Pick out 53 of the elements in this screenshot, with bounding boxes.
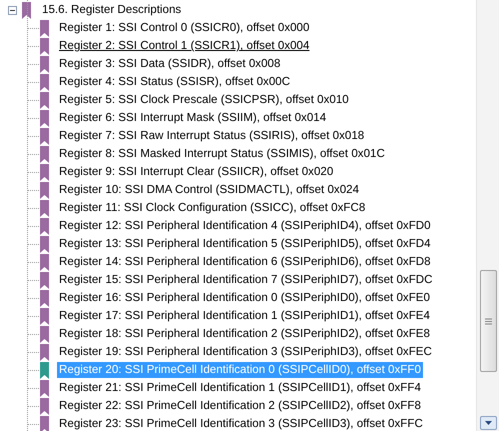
tree-item[interactable]: Register 15: SSI Peripheral Identification 7 (SSIPeriphID7), offset 0xFDC [57,272,435,288]
bookmark-icon [22,2,31,18]
tree-item[interactable]: Register 6: SSI Interrupt Mask (SSIIM), offset 0x014 [57,110,328,126]
tree-item[interactable]: Register 18: SSI Peripheral Identification 2 (SSIPeriphID2), offset 0xFE8 [57,326,432,342]
tree-item[interactable]: 15.6. Register Descriptions [40,2,184,18]
bookmark-icon [40,128,49,144]
tree-item[interactable]: Register 1: SSI Control 0 (SSICR0), offset 0x000 [57,20,312,36]
tree-item[interactable]: Register 3: SSI Data (SSIDR), offset 0x008 [57,56,282,72]
tree-item[interactable]: Register 16: SSI Peripheral Identification 0 (SSIPeriphID0), offset 0xFE0 [57,290,432,306]
tree-item[interactable]: Register 8: SSI Masked Interrupt Status (SSIMIS), offset 0x01C [57,146,387,162]
bookmark-icon [40,146,49,162]
tree-item[interactable]: Register 21: SSI PrimeCell Identification 1 (SSIPCellID1), offset 0xFF4 [57,380,423,396]
tree-item[interactable]: Register 10: SSI DMA Control (SSIDMACTL), offset 0x024 [57,182,362,198]
tree-item[interactable]: Register 14: SSI Peripheral Identification 6 (SSIPeriphID6), offset 0xFD8 [57,254,433,270]
bookmark-icon [40,20,49,36]
bookmark-icon [40,38,49,54]
scroll-down-button[interactable] [480,416,496,430]
bookmark-icon [40,236,49,252]
bookmark-icon [40,416,49,431]
bookmark-icon [40,92,49,108]
bookmark-icon [40,56,49,72]
tree-item[interactable]: Register 4: SSI Status (SSISR), offset 0x00C [57,74,292,90]
caret-icon [484,421,492,425]
grip-icon [484,318,492,324]
bookmark-icon [40,308,49,324]
bookmark-icon [40,254,49,270]
tree-item[interactable]: Register 9: SSI Interrupt Clear (SSIICR), offset 0x020 [57,164,336,180]
tree-item[interactable]: Register 19: SSI Peripheral Identification 3 (SSIPeriphID3), offset 0xFEC [57,344,434,360]
tree-item[interactable]: Register 22: SSI PrimeCell Identification 2 (SSIPCellID2), offset 0xFF8 [57,398,423,414]
scrollbar-thumb[interactable] [480,270,496,372]
bookmark-icon [40,326,49,342]
tree-item[interactable]: Register 5: SSI Clock Prescale (SSICPSR), offset 0x010 [57,92,351,108]
tree-item[interactable]: Register 2: SSI Control 1 (SSICR1), offset 0x004 [57,38,312,54]
bookmark-icon [40,362,49,378]
tree-item[interactable]: Register 7: SSI Raw Interrupt Status (SSIRIS), offset 0x018 [57,128,366,144]
bookmark-icon [40,182,49,198]
tree-item[interactable]: Register 13: SSI Peripheral Identification 5 (SSIPeriphID5), offset 0xFD4 [57,236,433,252]
bookmark-icon [40,344,49,360]
scrollbar[interactable] [476,0,499,431]
bookmark-icon [40,218,49,234]
tree-item[interactable]: Register 12: SSI Peripheral Identification 4 (SSIPeriphID4), offset 0xFD0 [57,218,433,234]
bookmark-icon [40,398,49,414]
tree-item[interactable]: Register 23: SSI PrimeCell Identification 3 (SSIPCellID3), offset 0xFFC [57,416,425,431]
collapse-icon[interactable] [8,6,17,14]
bookmark-icon [40,290,49,306]
bookmark-icon [40,272,49,288]
bookmark-icon [40,110,49,126]
bookmark-icon [40,74,49,90]
bookmark-icon [40,164,49,180]
tree-item[interactable]: Register 11: SSI Clock Configuration (SSICC), offset 0xFC8 [57,200,368,216]
bookmark-icon [40,200,49,216]
tree-item[interactable]: Register 17: SSI Peripheral Identification 1 (SSIPeriphID1), offset 0xFE4 [57,308,432,324]
bookmark-icon [40,380,49,396]
